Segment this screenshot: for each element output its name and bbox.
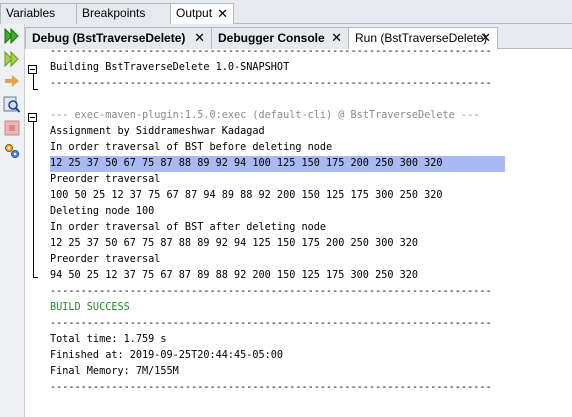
- output-toolbar: [0, 24, 25, 417]
- finished-at: Finished at: 2019-09-25T20:44:45-05:00: [50, 350, 284, 361]
- fold-end: [33, 277, 38, 278]
- tab-breakpoints[interactable]: Breakpoints: [76, 3, 171, 24]
- exec-plugin-line: --- exec-maven-plugin:1.5.0:exec (defaul…: [50, 110, 480, 121]
- output-line: Deleting node 100: [50, 206, 155, 217]
- output-line: 94 50 25 12 37 75 67 87 89 88 92 200 150…: [50, 270, 419, 281]
- output-line: In order traversal of BST before deletin…: [50, 142, 333, 153]
- total-time: Total time: 1.759 s: [50, 334, 167, 345]
- output-line: Preorder traversal: [50, 174, 161, 185]
- build-status: BUILD SUCCESS: [50, 302, 130, 313]
- tab-debugger-console-label: Debugger Console: [218, 31, 325, 45]
- collapse-icon[interactable]: [28, 113, 37, 122]
- panel-tab-strip: Variables Breakpoints Output ✕: [0, 0, 572, 25]
- close-icon[interactable]: ✕: [217, 4, 228, 23]
- separator-rule: ----------------------------------------…: [50, 318, 492, 329]
- fold-guide: [33, 118, 34, 278]
- fold-end: [33, 89, 38, 90]
- tab-debug-label: Debug (BstTraverseDelete): [32, 31, 186, 45]
- stop-arrow-icon[interactable]: [3, 72, 21, 90]
- output-console[interactable]: ----------------------------------------…: [25, 46, 572, 417]
- tab-output-label: Output: [176, 6, 213, 20]
- settings-icon[interactable]: [3, 142, 21, 160]
- rerun-icon[interactable]: [3, 27, 21, 45]
- tab-run-label: Run (BstTraverseDelete): [355, 31, 488, 45]
- tab-variables[interactable]: Variables: [0, 3, 77, 24]
- output-line: Assignment by Siddrameshwar Kadagad: [50, 126, 265, 137]
- separator-rule: ----------------------------------------…: [50, 78, 492, 89]
- separator-rule: ----------------------------------------…: [50, 46, 492, 57]
- output-line: Preorder traversal: [50, 254, 161, 265]
- tab-variables-label: Variables: [6, 6, 56, 20]
- find-icon[interactable]: [3, 96, 21, 114]
- tab-output[interactable]: Output ✕: [170, 3, 234, 25]
- output-line: 12 25 37 50 67 75 87 88 89 92 94 125 150…: [50, 238, 419, 249]
- collapse-icon[interactable]: [28, 65, 37, 74]
- building-line: Building BstTraverseDelete 1.0-SNAPSHOT: [50, 62, 290, 73]
- rerun-options-icon[interactable]: [3, 50, 21, 68]
- output-line: In order traversal of BST after deleting…: [50, 222, 327, 233]
- stop-icon[interactable]: [3, 119, 21, 137]
- final-memory: Final Memory: 7M/155M: [50, 366, 179, 377]
- separator-rule: ----------------------------------------…: [50, 286, 492, 297]
- separator-rule: ----------------------------------------…: [50, 382, 492, 393]
- tab-breakpoints-label: Breakpoints: [82, 6, 146, 20]
- selected-output-line: 12 25 37 50 67 75 87 88 89 92 94 100 125…: [50, 156, 505, 172]
- output-line: 100 50 25 12 37 75 67 87 94 89 88 92 200…: [50, 190, 443, 201]
